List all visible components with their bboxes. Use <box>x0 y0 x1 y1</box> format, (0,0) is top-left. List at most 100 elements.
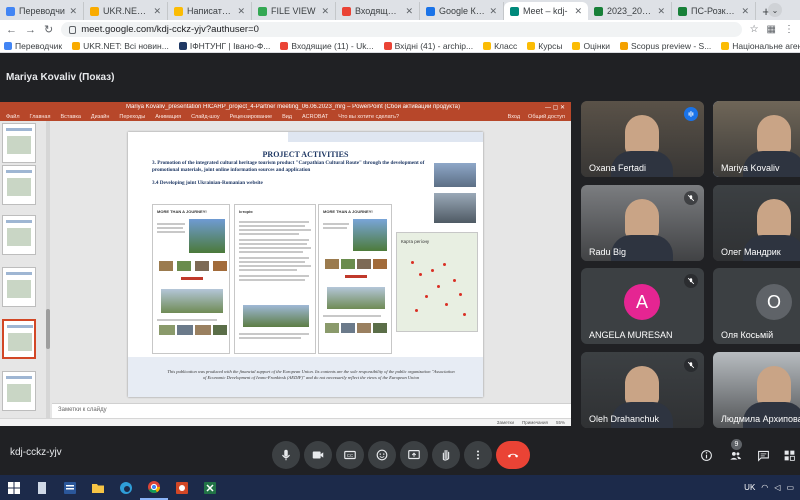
status-item[interactable]: Примечания <box>522 420 548 425</box>
ribbon-tab[interactable]: Файл <box>6 114 20 120</box>
participant-tile[interactable]: Людмила Архипова <box>713 352 800 428</box>
taskbar-powerpoint-app[interactable] <box>168 475 196 500</box>
network-icon[interactable]: ◠ <box>761 483 768 492</box>
bookmark-item[interactable]: Переводчик <box>4 41 62 51</box>
slide-notes[interactable]: Заметки к слайду <box>52 403 571 418</box>
browser-tab[interactable]: Входящие (554 ✕ <box>336 2 420 20</box>
tab-close-icon[interactable]: ✕ <box>69 6 77 17</box>
camera-button[interactable] <box>304 441 332 469</box>
start-button[interactable] <box>0 475 28 500</box>
participant-tile[interactable]: Mariya Kovaliv <box>713 101 800 177</box>
bookmark-item[interactable]: Входящие (11) - Uk... <box>280 41 374 51</box>
tab-close-icon[interactable]: ✕ <box>321 6 329 17</box>
powerpoint-status-bar: Заметки Примечания 55% <box>0 418 571 426</box>
people-button[interactable]: 9 <box>726 439 744 464</box>
slide-thumbnail[interactable] <box>2 215 36 255</box>
powerpoint-title-bar: Mariya Kovaliv_presentation HICARP_proje… <box>0 102 571 112</box>
ribbon-tab[interactable]: Анимация <box>155 114 181 120</box>
ribbon-tab[interactable]: Дизайн <box>91 114 110 120</box>
captions-button[interactable]: CC <box>336 441 364 469</box>
activities-icon <box>784 450 795 461</box>
bookmark-item[interactable]: Scopus preview - S... <box>619 41 711 51</box>
browser-menu-icon[interactable]: ⋮ <box>784 24 794 35</box>
bookmark-star-icon[interactable]: ☆ <box>750 24 759 35</box>
address-bar[interactable]: meet.google.com/kdj-cckz-yjv?authuser=0 <box>61 22 742 37</box>
participant-tile[interactable]: Oxana Fertadi <box>581 101 704 177</box>
taskbar-file-app[interactable] <box>28 475 56 500</box>
ribbon-tab[interactable]: Вставка <box>60 114 80 120</box>
participant-tile[interactable]: A ANGELA MURESAN <box>581 268 704 344</box>
taskbar-chrome-app[interactable] <box>140 475 168 500</box>
taskbar-excel-app[interactable] <box>196 475 224 500</box>
bookmark-item[interactable]: ІФНТУНГ | Івано-Ф... <box>178 41 270 51</box>
forward-icon[interactable]: → <box>25 24 36 36</box>
tab-close-icon[interactable]: ✕ <box>237 6 245 17</box>
tab-favicon-icon <box>426 6 435 16</box>
leave-call-button[interactable] <box>496 441 530 469</box>
tab-close-icon[interactable]: ✕ <box>405 6 413 17</box>
slide-thumbnail[interactable] <box>2 371 36 411</box>
ribbon-right-item[interactable]: Общий доступ <box>528 114 565 120</box>
status-item[interactable]: Заметки <box>497 420 514 425</box>
ribbon-tab[interactable]: Вид <box>282 114 292 120</box>
tab-close-icon[interactable]: ✕ <box>574 6 582 17</box>
participant-tile[interactable]: О Оля Косьмій <box>713 268 800 344</box>
participant-tile[interactable]: Radu Big <box>581 185 704 261</box>
participant-person <box>625 115 659 155</box>
slide-thumbnail[interactable] <box>2 319 36 359</box>
extensions-icon[interactable]: ▦ <box>767 24 776 35</box>
reload-icon[interactable]: ↻ <box>44 23 53 36</box>
mic-muted-icon <box>684 191 698 205</box>
volume-icon[interactable]: ◁ <box>774 483 780 492</box>
browser-tab[interactable]: Meet – kdj- ✕ <box>504 2 588 20</box>
ribbon-right-item[interactable]: Вход <box>508 114 520 120</box>
browser-tab[interactable]: Написать письм✕ <box>168 2 252 20</box>
taskbar-word-app[interactable] <box>56 475 84 500</box>
slide-thumbnail[interactable] <box>2 165 36 205</box>
tab-close-icon[interactable]: ✕ <box>741 6 749 17</box>
bookmark-item[interactable]: UKR.NET: Всі новин... <box>72 41 169 51</box>
status-item[interactable]: 55% <box>556 420 565 425</box>
ribbon-tab[interactable]: Главная <box>30 114 51 120</box>
ribbon-tab[interactable]: Рецензирование <box>230 114 272 120</box>
tab-close-icon[interactable]: ✕ <box>657 6 665 17</box>
browser-tab[interactable]: 2023_2024 граф ✕ <box>588 2 672 20</box>
bookmark-item[interactable]: Класс <box>483 41 517 51</box>
tab-close-icon[interactable]: ✕ <box>153 6 161 17</box>
participant-tile[interactable]: Oleh Drahanchuk <box>581 352 704 428</box>
participant-tile[interactable]: Олег Мандрик <box>713 185 800 261</box>
more-options-button[interactable] <box>464 441 492 469</box>
back-icon[interactable]: ← <box>6 24 17 36</box>
browser-tab[interactable]: UKR.NET: Всі но ✕ <box>84 2 168 20</box>
present-screen-button[interactable] <box>400 441 428 469</box>
ribbon-tab[interactable]: Слайд-шоу <box>191 114 220 120</box>
ribbon-tab[interactable]: Переходы <box>119 114 145 120</box>
browser-tab[interactable]: FILE VIEW ✕ <box>252 2 336 20</box>
bookmark-item[interactable]: Оцінки <box>572 41 610 51</box>
tab-close-icon[interactable]: ✕ <box>489 6 497 17</box>
ribbon-tab[interactable]: Что вы хотите сделать? <box>338 114 399 120</box>
browser-tab[interactable]: Google Календ✕ <box>420 2 504 20</box>
taskbar-edge-app[interactable] <box>112 475 140 500</box>
reactions-button[interactable] <box>368 441 396 469</box>
bookmark-item[interactable]: Національне агент... <box>721 41 800 51</box>
thumbnail-scroll-thumb[interactable] <box>46 309 50 349</box>
notifications-icon[interactable]: ▭ <box>786 483 794 492</box>
bookmark-item[interactable]: Вхідні (41) - archip... <box>383 41 473 51</box>
microphone-button[interactable] <box>272 441 300 469</box>
browser-tab[interactable]: ПС-Розклад v.2✕ <box>672 2 756 20</box>
bookmark-item[interactable]: Курсы <box>527 41 562 51</box>
slide-thumbnail[interactable] <box>2 123 36 163</box>
raise-hand-button[interactable] <box>432 441 460 469</box>
meeting-details-button[interactable] <box>697 446 715 464</box>
language-indicator[interactable]: UK <box>744 483 755 492</box>
slide-thumbnail[interactable] <box>2 267 36 307</box>
tab-search-button[interactable]: ⌄ <box>768 3 782 17</box>
browser-tab[interactable]: Переводчи ✕ <box>0 2 84 20</box>
window-controls: — ▢ ✕ <box>544 104 565 111</box>
taskbar-explorer-app[interactable] <box>84 475 112 500</box>
thumbnail-scrollbar[interactable] <box>46 121 50 418</box>
activities-button[interactable] <box>780 446 798 464</box>
chat-button[interactable] <box>754 446 772 464</box>
ribbon-tab[interactable]: ACROBAT <box>302 114 328 120</box>
